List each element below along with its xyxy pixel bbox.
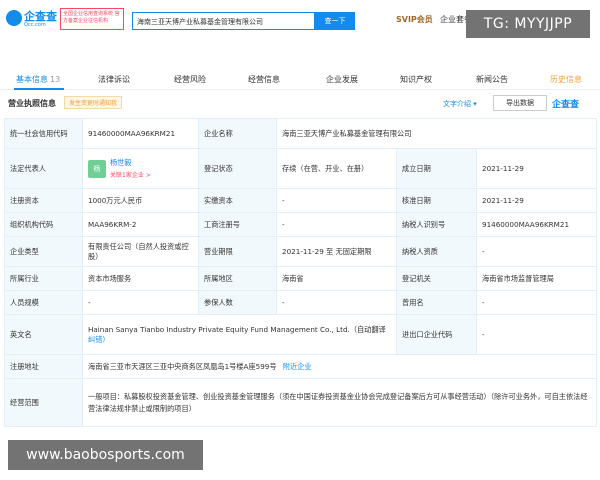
tg-overlay-badge: TG: MYYJJPP xyxy=(466,10,590,38)
industry-value: 资本市场服务 xyxy=(82,266,199,291)
legal-rep-name-link[interactable]: 杨世毅 xyxy=(110,158,132,167)
scope-label: 经营范围 xyxy=(4,378,83,427)
taxpayer-qual-value: - xyxy=(476,236,597,267)
text-intro-link[interactable]: 文字介绍 ▾ xyxy=(443,99,477,109)
export-data-button[interactable]: 导出数据 xyxy=(493,95,547,111)
correction-link[interactable]: 纠错） xyxy=(88,335,110,344)
taxpayer-id-value: 91460000MAA96KRM21 xyxy=(476,212,597,237)
reg-status-value: 存续（在营、开业、在册） xyxy=(276,148,397,189)
legal-rep-avatar[interactable]: 杨 xyxy=(88,159,106,178)
region-value: 海南省 xyxy=(276,266,397,291)
legal-rep-label: 法定代表人 xyxy=(4,148,83,189)
reg-capital-value: 1000万元人民币 xyxy=(82,188,199,213)
search-input[interactable]: 海南三亚天博产业私募基金管理有限公司 xyxy=(132,12,315,30)
change-notify-button[interactable]: 发生变更时通知我 xyxy=(64,96,123,109)
insured-value: - xyxy=(276,290,397,315)
biz-reg-label: 工商注册号 xyxy=(198,212,277,237)
company-type-label: 企业类型 xyxy=(4,236,83,267)
staff-label: 人员规模 xyxy=(4,290,83,315)
region-label: 所属地区 xyxy=(198,266,277,291)
english-name-value: Hainan Sanya Tianbo Industry Private Equ… xyxy=(88,324,386,334)
watermark-overlay: www.baobosports.com xyxy=(8,440,203,470)
tab-legal[interactable]: 法律诉讼 xyxy=(98,74,130,85)
staff-value: - xyxy=(82,290,199,315)
tab-history[interactable]: 历史信息 xyxy=(550,74,582,85)
svip-link[interactable]: SVIP会员 xyxy=(396,14,433,25)
org-code-label: 组织机构代码 xyxy=(4,212,83,237)
tab-news[interactable]: 新闻公告 xyxy=(476,74,508,85)
biz-reg-value: - xyxy=(276,212,397,237)
tab-risk[interactable]: 经营风险 xyxy=(174,74,206,85)
org-code-value: MAA96KRM-2 xyxy=(82,212,199,237)
tab-bar: 基本信息 13 法律诉讼 经营风险 经营信息 企业发展 知识产权 新闻公告 历史信… xyxy=(0,70,600,90)
former-name-label: 曾用名 xyxy=(396,290,477,315)
logo-subtext: Qcc.com xyxy=(24,22,46,28)
tab-ip[interactable]: 知识产权 xyxy=(400,74,432,85)
company-type-value: 有限责任公司（自然人投资或控股） xyxy=(82,236,199,267)
address-cell: 海南省三亚市天涯区三亚中央商务区凤凰岛1号楼A座599号 附近企业 xyxy=(82,354,597,379)
insured-label: 参保人数 xyxy=(198,290,277,315)
credit-code-label: 统一社会信用代码 xyxy=(4,118,83,149)
former-name-value: - xyxy=(476,290,597,315)
approve-date-label: 核准日期 xyxy=(396,188,477,213)
taxpayer-qual-label: 纳税人资质 xyxy=(396,236,477,267)
scope-value: 一般项目：私募股权投资基金管理、创业投资基金管理服务（须在中国证券投资基金业协会… xyxy=(82,378,597,427)
ie-code-value: - xyxy=(476,314,597,355)
reg-capital-label: 注册资本 xyxy=(4,188,83,213)
paid-capital-value: - xyxy=(276,188,397,213)
tab-development[interactable]: 企业发展 xyxy=(326,74,358,85)
search-button[interactable]: 查一下 xyxy=(315,12,355,30)
authority-label: 登记机关 xyxy=(396,266,477,291)
authority-value: 海南省市场监督管理局 xyxy=(476,266,597,291)
address-value: 海南省三亚市天涯区三亚中央商务区凤凰岛1号楼A座599号 xyxy=(88,361,277,371)
english-name-cell: Hainan Sanya Tianbo Industry Private Equ… xyxy=(82,314,397,355)
section-title: 营业执照信息 xyxy=(8,99,56,108)
official-tagline: 全国企业信用查询系统 官方备案企业征信机构 xyxy=(60,8,124,30)
ie-code-label: 进出口企业代码 xyxy=(396,314,477,355)
nearby-companies-link[interactable]: 附近企业 xyxy=(283,362,312,371)
legal-rep-cell: 杨 杨世毅 关联1家企业 > xyxy=(82,148,199,189)
section-header: 营业执照信息 发生变更时通知我 文字介绍 ▾ 导出数据 企查查 xyxy=(0,92,600,116)
biz-term-value: 2021-11-29 至 无固定期限 xyxy=(276,236,397,267)
company-name-value: 海南三亚天博产业私募基金管理有限公司 xyxy=(276,118,597,149)
active-tab-indicator xyxy=(14,88,64,90)
related-companies-link[interactable]: 关联1家企业 > xyxy=(110,170,151,179)
industry-label: 所属行业 xyxy=(4,266,83,291)
business-license-table: 统一社会信用代码 91460000MAA96KRM21 企业名称 海南三亚天博产… xyxy=(4,118,597,427)
est-date-value: 2021-11-29 xyxy=(476,148,597,189)
approve-date-value: 2021-11-29 xyxy=(476,188,597,213)
biz-term-label: 营业期限 xyxy=(198,236,277,267)
company-name-label: 企业名称 xyxy=(198,118,277,149)
english-name-label: 英文名 xyxy=(4,314,83,355)
reg-status-label: 登记状态 xyxy=(198,148,277,189)
credit-code-value: 91460000MAA96KRM21 xyxy=(82,118,199,149)
qcc-logo-icon[interactable] xyxy=(6,10,22,26)
taxpayer-id-label: 纳税人识别号 xyxy=(396,212,477,237)
paid-capital-label: 实缴资本 xyxy=(198,188,277,213)
tab-basic-info[interactable]: 基本信息 13 xyxy=(16,74,60,85)
est-date-label: 成立日期 xyxy=(396,148,477,189)
tab-operations[interactable]: 经营信息 xyxy=(248,74,280,85)
address-label: 注册地址 xyxy=(4,354,83,379)
brand-mini-logo: 企查查 xyxy=(552,100,580,110)
top-bar: 企查查 Qcc.com 全国企业信用查询系统 官方备案企业征信机构 海南三亚天博… xyxy=(0,0,600,40)
